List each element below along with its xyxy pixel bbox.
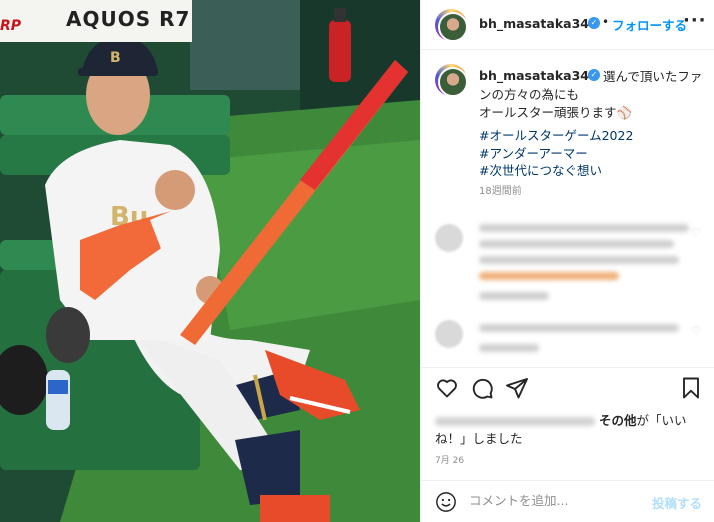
caption-text: 選んで頂いたファンの方々の為にも オールスター頑張ります⚾ — [479, 69, 703, 120]
comment-input[interactable] — [469, 493, 649, 508]
likes-summary: その他が「いいね！」しました — [435, 412, 705, 448]
share-icon[interactable] — [505, 376, 529, 400]
caption-avatar[interactable] — [435, 64, 468, 97]
post-side-panel: bh_masataka34 ✓ • フォローする ··· bh_masataka… — [420, 0, 714, 522]
commenter-avatar — [435, 320, 463, 348]
follow-button[interactable]: フォローする — [612, 15, 687, 34]
hashtag-link[interactable]: #次世代につなぐ想い — [479, 162, 633, 180]
list-item: ♡ — [421, 212, 714, 307]
verified-badge-icon: ✓ — [588, 17, 600, 29]
author-username[interactable]: bh_masataka34 — [479, 16, 589, 31]
caption: bh_masataka34 ✓ 選んで頂いたファンの方々の為にも オールスター頑… — [421, 50, 714, 210]
comment-icon[interactable] — [470, 376, 494, 400]
comment-like-icon[interactable]: ♡ — [691, 324, 701, 337]
heart-icon[interactable] — [435, 376, 459, 400]
comment-bar: 投稿する — [421, 480, 714, 522]
svg-text:B: B — [110, 50, 121, 66]
comment-like-icon[interactable]: ♡ — [691, 226, 701, 239]
likes-others-link[interactable]: その他 — [599, 413, 637, 428]
post-comment-button[interactable]: 投稿する — [652, 493, 702, 512]
caption-time-ago: 18週間前 — [479, 186, 522, 197]
post-date: 7月 26 — [435, 456, 465, 466]
action-bar — [421, 367, 714, 409]
header-separator: • — [602, 15, 610, 29]
hashtag-list: #オールスターゲーム2022 #アンダーアーマー #次世代につなぐ想い — [479, 127, 633, 180]
photo-scene: Bu B — [0, 0, 420, 522]
liker-names-blurred — [435, 417, 595, 426]
bookmark-icon[interactable] — [679, 376, 703, 400]
author-avatar[interactable] — [435, 9, 468, 42]
banner-red-text: RP — [0, 18, 22, 34]
hashtag-link[interactable]: #アンダーアーマー — [479, 145, 633, 163]
more-options-icon[interactable]: ··· — [683, 10, 707, 31]
stadium-banner: RP AQUOS R7 — [0, 0, 192, 42]
banner-brand-text: AQUOS R7 — [66, 7, 191, 31]
post-photo[interactable]: Bu B RP AQUOS R7 — [0, 0, 420, 522]
emoji-icon[interactable] — [435, 491, 457, 513]
commenter-avatar — [435, 224, 463, 252]
hashtag-link[interactable]: #オールスターゲーム2022 — [479, 127, 633, 145]
extinguisher — [329, 20, 351, 82]
post-header: bh_masataka34 ✓ • フォローする ··· — [421, 0, 714, 50]
list-item: ♡ — [421, 312, 714, 362]
